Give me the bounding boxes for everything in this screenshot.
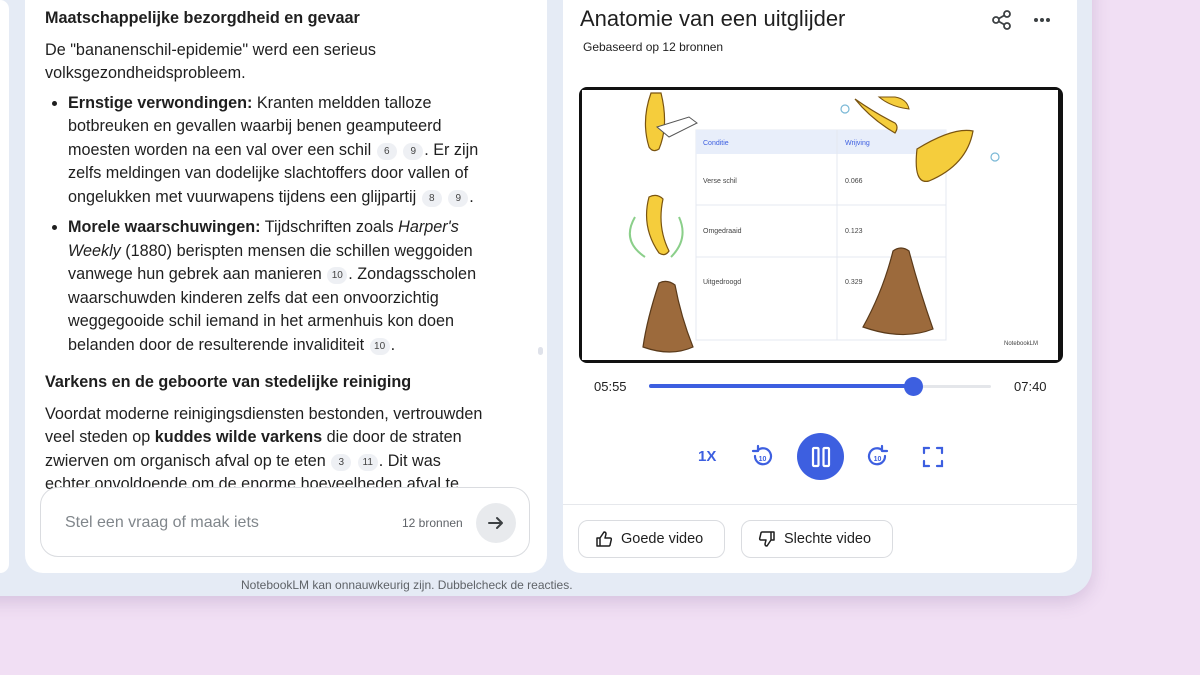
table-cell: 0.123: [845, 228, 863, 235]
citation-chip[interactable]: 3: [331, 453, 352, 471]
arrow-right-icon: [488, 517, 503, 529]
citation-chip[interactable]: 9: [403, 142, 424, 160]
video-title: Anatomie van een uitglijder: [580, 6, 846, 31]
bad-video-label: Slechte video: [784, 531, 872, 547]
total-time: 07:40: [1014, 379, 1047, 394]
sources-panel-edge: [0, 0, 9, 573]
seek-handle[interactable]: [903, 377, 923, 396]
forward-10-icon[interactable]: 10: [865, 444, 891, 470]
list-item: Morele waarschuwingen: Tijdschriften zoa…: [68, 216, 490, 357]
bad-video-button[interactable]: Slechte video: [741, 520, 893, 558]
disclaimer-text: NotebookLM kan onnauwkeurig zijn. Dubbel…: [241, 578, 573, 592]
table-cell: 0.066: [845, 178, 863, 185]
table-cell: Uitgedroogd: [703, 279, 741, 286]
svg-text:10: 10: [874, 456, 882, 463]
video-player[interactable]: Conditie Wrijving Verse schil 0.066 Omge…: [579, 87, 1063, 363]
table-header-condition: Conditie: [703, 140, 729, 147]
table-header-friction: Wrijving: [845, 140, 870, 147]
share-icon[interactable]: [991, 9, 1013, 31]
seek-bar[interactable]: [649, 377, 991, 396]
rewind-10-icon[interactable]: 10: [749, 444, 775, 470]
watermark: NotebookLM: [1004, 341, 1038, 347]
more-options-icon[interactable]: [1031, 9, 1053, 31]
divider: [563, 504, 1077, 505]
section-heading: Varkens en de geboorte van stedelijke re…: [45, 373, 412, 391]
bullet-text: .: [390, 335, 396, 354]
citation-chip[interactable]: 10: [327, 267, 348, 284]
bullet-list: Ernstige verwondingen: Kranten meldden t…: [45, 92, 490, 358]
playback-speed-button[interactable]: 1X: [698, 448, 716, 465]
video-sources: Gebaseerd op 12 bronnen: [583, 40, 724, 54]
good-video-label: Goede video: [621, 531, 704, 547]
table-cell: 0.329: [845, 279, 863, 286]
thumbs-down-icon: [758, 531, 775, 547]
citation-chip[interactable]: 9: [448, 189, 469, 207]
svg-text:10: 10: [759, 456, 767, 463]
good-video-button[interactable]: Goede video: [578, 520, 725, 558]
citation-chip[interactable]: 11: [357, 453, 378, 471]
panel-resize-handle[interactable]: [538, 347, 543, 355]
bullet-text: Tijdschriften zoals: [260, 218, 399, 236]
video-frame: Conditie Wrijving Verse schil 0.066 Omge…: [582, 90, 1058, 360]
video-panel: Anatomie van een uitglijder Gebaseerd op…: [563, 0, 1077, 573]
pause-button[interactable]: [797, 433, 844, 480]
seek-bar-progress: [649, 384, 913, 388]
pause-icon: [811, 446, 830, 467]
bullet-label: Morele waarschuwingen:: [68, 218, 261, 236]
thumbs-up-icon: [596, 531, 613, 547]
fullscreen-icon[interactable]: [920, 444, 946, 470]
citation-chip[interactable]: 10: [369, 337, 390, 355]
chat-panel: Maatschappelijke bezorgdheid en gevaar D…: [25, 0, 547, 573]
citation-chip[interactable]: 8: [421, 189, 442, 207]
chat-input-placeholder[interactable]: Stel een vraag of maak iets: [65, 514, 259, 532]
paragraph: De "bananenschil-epidemie" werd een seri…: [45, 40, 376, 83]
playback-timeline: 05:55 07:40: [563, 372, 1077, 402]
chat-response: Maatschappelijke bezorgdheid en gevaar D…: [45, 0, 490, 496]
citation-chip[interactable]: 6: [376, 142, 397, 160]
chat-input[interactable]: Stel een vraag of maak iets 12 bronnen: [40, 487, 530, 557]
bullet-label: Ernstige verwondingen:: [68, 93, 253, 112]
bullet-text: .: [469, 187, 474, 206]
emphasis: kuddes wilde varkens: [154, 428, 323, 446]
current-time: 05:55: [594, 379, 627, 394]
section-heading: Maatschappelijke bezorgdheid en gevaar: [45, 9, 360, 27]
sources-count: 12 bronnen: [402, 516, 463, 530]
table-cell: Omgedraaid: [703, 228, 742, 235]
list-item: Ernstige verwondingen: Kranten meldden t…: [68, 92, 490, 210]
playback-controls: 1X 10 10: [563, 430, 1077, 484]
send-button[interactable]: [476, 503, 516, 543]
paragraph: Voordat moderne reinigingsdiensten besto…: [45, 403, 490, 497]
table-cell: Verse schil: [703, 178, 737, 185]
